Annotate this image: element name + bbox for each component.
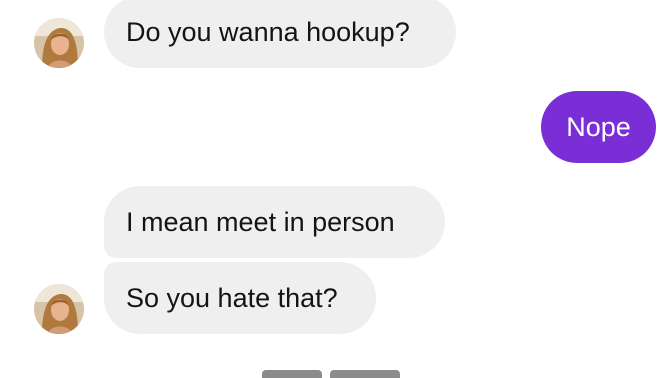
incoming-message[interactable]: So you hate that? xyxy=(104,262,376,334)
message-text: I mean meet in person xyxy=(126,206,395,237)
cropped-text-fragment xyxy=(262,370,322,378)
incoming-message[interactable]: I mean meet in person xyxy=(104,186,445,258)
avatar-photo-icon xyxy=(34,284,84,334)
message-text: Do you wanna hookup? xyxy=(126,16,410,47)
message-text: So you hate that? xyxy=(126,282,338,313)
cropped-text-fragment xyxy=(330,370,400,378)
conversation-thread: Do you wanna hookup? Nope I mean meet in… xyxy=(0,0,672,378)
outgoing-message[interactable]: Nope xyxy=(541,91,656,163)
avatar-photo-icon xyxy=(34,18,84,68)
incoming-message[interactable]: Do you wanna hookup? xyxy=(104,0,456,68)
contact-avatar[interactable] xyxy=(34,284,84,334)
contact-avatar[interactable] xyxy=(34,18,84,68)
message-text: Nope xyxy=(566,111,631,142)
